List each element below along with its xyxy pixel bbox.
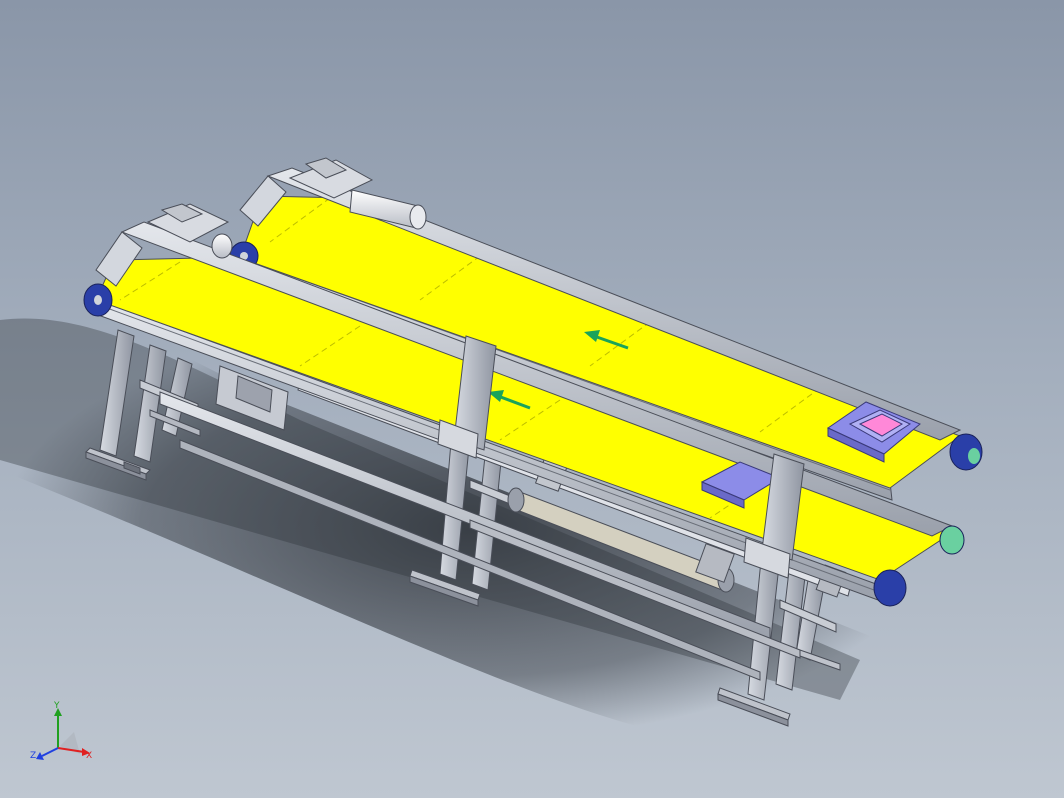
coordinate-triad[interactable]: Y X Z [26, 698, 96, 768]
cad-viewport[interactable]: Y X Z [0, 0, 1064, 798]
x-axis-label: X [86, 751, 92, 761]
conveyor-assembly-model[interactable] [0, 0, 1064, 798]
z-axis-icon [41, 747, 59, 757]
z-axis-label: Z [30, 751, 36, 761]
front-head-pulley [873, 569, 907, 607]
y-axis-label: Y [53, 701, 60, 711]
